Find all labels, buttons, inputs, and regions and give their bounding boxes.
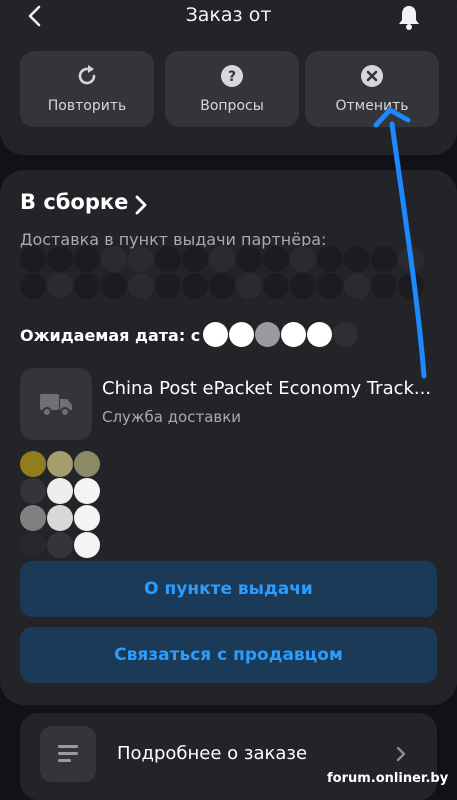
questions-button[interactable]: ? Вопросы — [165, 51, 299, 127]
repeat-button[interactable]: Повторить — [20, 51, 154, 127]
order-status-card: В сборке Доставка в пункт выдачи партнёр… — [0, 170, 457, 705]
order-details-row[interactable]: Подробнее о заказе — [20, 713, 437, 800]
cancel-label: Отменить — [335, 98, 409, 114]
order-details-label: Подробнее о заказе — [117, 743, 308, 764]
page-title: Заказ от — [185, 4, 272, 26]
list-icon — [58, 745, 78, 762]
repeat-icon — [78, 65, 96, 85]
carrier-name: China Post ePacket Economy Track... — [102, 378, 432, 399]
redacted-date — [203, 322, 358, 347]
cancel-order-button[interactable]: Отменить — [305, 51, 439, 127]
chevron-right-icon — [396, 746, 406, 762]
redacted-tracking-block — [20, 451, 112, 559]
svg-text:?: ? — [228, 69, 236, 85]
questions-label: Вопросы — [200, 98, 264, 114]
expected-date-label: Ожидаемая дата: с — [20, 326, 201, 345]
truck-icon — [40, 394, 72, 417]
order-actions: Повторить ? Вопросы Отменить — [20, 51, 439, 127]
cancel-icon — [361, 65, 383, 87]
pickup-point-button[interactable]: О пункте выдачи — [20, 561, 437, 617]
watermark: forum.onliner.by — [327, 771, 449, 786]
repeat-label: Повторить — [47, 98, 127, 114]
carrier-subtitle: Служба доставки — [102, 408, 242, 426]
header: Заказ от — [0, 0, 457, 36]
redacted-address-line-1 — [20, 246, 424, 272]
chevron-right-icon[interactable] — [134, 195, 148, 215]
question-icon: ? — [221, 65, 243, 87]
redacted-address-line-2 — [20, 273, 424, 299]
status-title[interactable]: В сборке — [20, 190, 128, 214]
bell-icon[interactable] — [396, 3, 422, 31]
carrier-icon-box — [20, 368, 92, 440]
details-icon-box — [40, 726, 96, 782]
contact-seller-button[interactable]: Связаться с продавцом — [20, 627, 437, 683]
